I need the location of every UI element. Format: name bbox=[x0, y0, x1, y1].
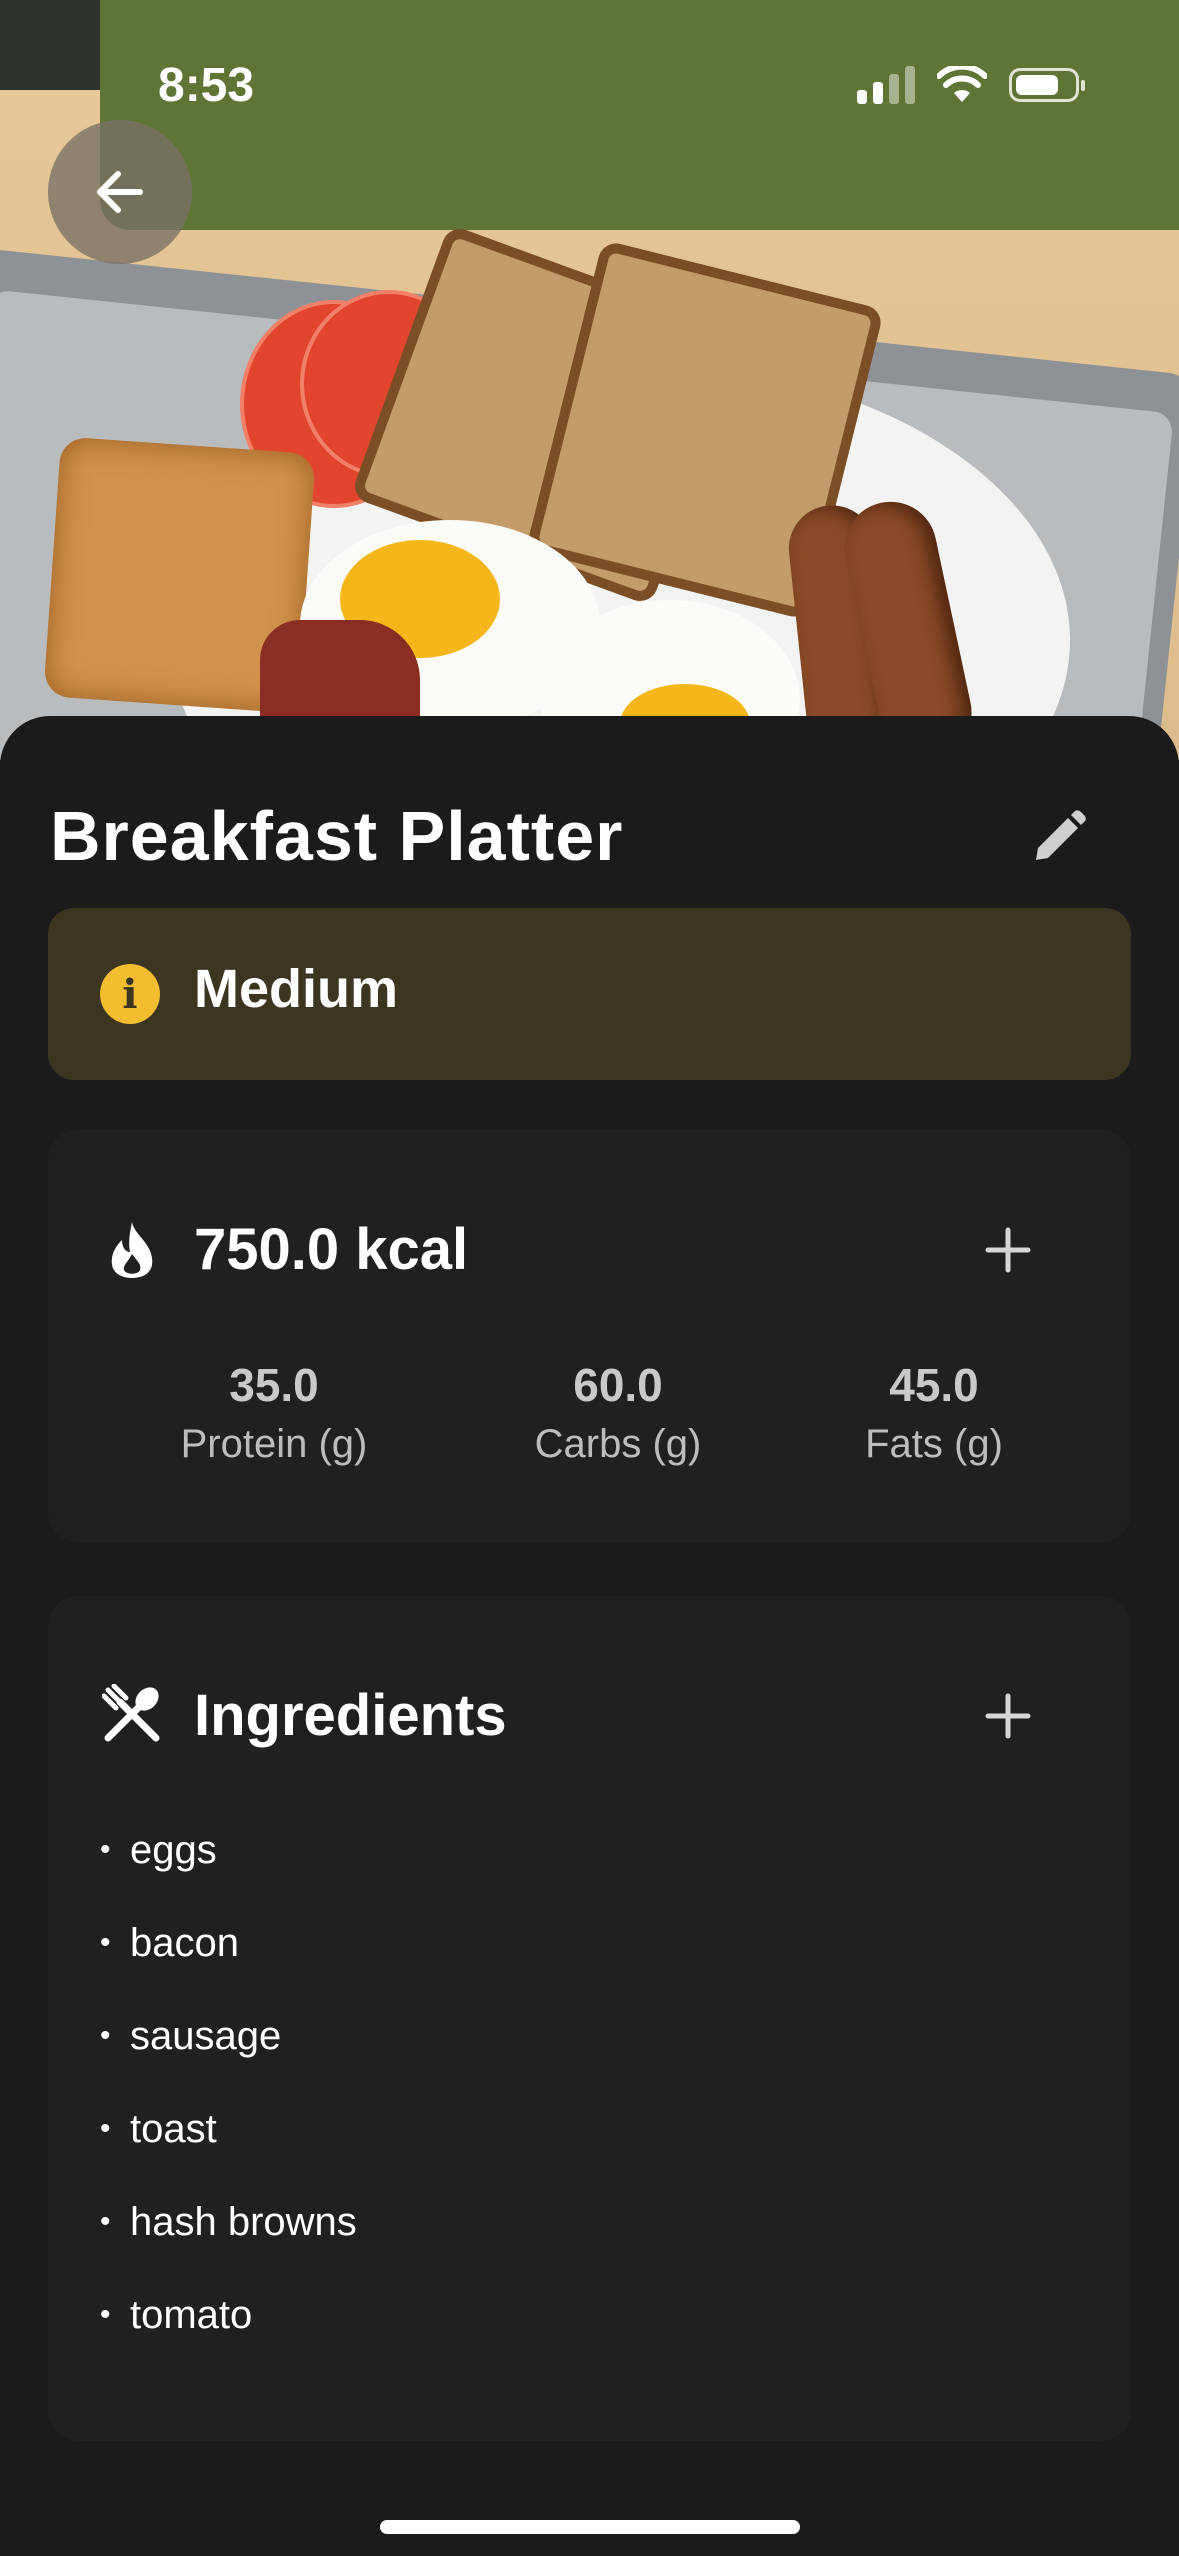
macro-fats: 45.0 Fats (g) bbox=[784, 1358, 1084, 1467]
add-ingredient-button[interactable] bbox=[968, 1676, 1048, 1756]
utensils-icon bbox=[100, 1682, 164, 1746]
wifi-icon bbox=[937, 66, 987, 102]
status-icons bbox=[857, 66, 1085, 104]
list-item: • tomato bbox=[100, 2291, 357, 2384]
meal-title: Breakfast Platter bbox=[50, 797, 624, 875]
list-item: • bacon bbox=[100, 1919, 357, 2012]
status-time: 8:53 bbox=[158, 59, 255, 112]
home-indicator[interactable] bbox=[380, 2520, 800, 2534]
calories-card: 750.0 kcal 35.0 Protein (g) 60.0 Carbs (… bbox=[48, 1130, 1131, 1542]
ingredient-name: tomato bbox=[130, 2293, 253, 2337]
ingredient-list: • eggs • bacon • sausage • toast • hash brown… bbox=[100, 1826, 357, 2384]
level-banner: i Medium bbox=[48, 908, 1131, 1080]
ingredient-name: sausage bbox=[130, 2014, 282, 2058]
level-label: Medium bbox=[194, 959, 399, 1019]
bullet-icon: • bbox=[100, 2298, 111, 2331]
photo-background-booth bbox=[100, 0, 1179, 230]
macro-carbs: 60.0 Carbs (g) bbox=[468, 1358, 768, 1467]
list-item: • toast bbox=[100, 2105, 357, 2198]
info-icon: i bbox=[100, 964, 160, 1024]
bullet-icon: • bbox=[100, 1926, 111, 1959]
ingredient-name: toast bbox=[130, 2107, 217, 2151]
ingredients-title: Ingredients bbox=[194, 1683, 507, 1748]
list-item: • sausage bbox=[100, 2012, 357, 2105]
macro-label: Carbs (g) bbox=[534, 1422, 702, 1466]
bullet-icon: • bbox=[100, 2112, 111, 2145]
bullet-icon: • bbox=[100, 1833, 111, 1866]
macro-value: 45.0 bbox=[889, 1359, 979, 1411]
list-item: • hash browns bbox=[100, 2198, 357, 2291]
macro-label: Fats (g) bbox=[865, 1422, 1003, 1466]
back-button[interactable] bbox=[48, 120, 192, 264]
plus-icon bbox=[985, 1227, 1031, 1273]
cellular-signal-icon bbox=[857, 66, 915, 104]
add-calories-button[interactable] bbox=[968, 1210, 1048, 1290]
pencil-icon bbox=[1036, 810, 1086, 860]
macro-value: 60.0 bbox=[573, 1359, 663, 1411]
meal-detail-sheet: Breakfast Platter i Medium 750.0 kcal 35… bbox=[0, 716, 1179, 2556]
edit-button[interactable] bbox=[1020, 800, 1096, 876]
arrow-left-icon bbox=[97, 171, 143, 213]
photo-background-dark bbox=[0, 0, 100, 90]
bullet-icon: • bbox=[100, 2205, 111, 2238]
meal-photo bbox=[0, 0, 1179, 760]
ingredient-name: bacon bbox=[130, 1921, 239, 1965]
bullet-icon: • bbox=[100, 2019, 111, 2052]
flame-icon bbox=[100, 1218, 164, 1282]
ingredient-name: eggs bbox=[130, 1828, 217, 1872]
macro-protein: 35.0 Protein (g) bbox=[124, 1358, 424, 1467]
plus-icon bbox=[985, 1693, 1031, 1739]
calories-value: 750.0 kcal bbox=[194, 1217, 469, 1282]
list-item: • eggs bbox=[100, 1826, 357, 1919]
ingredients-card: Ingredients • eggs • bacon • sausage • toast… bbox=[48, 1596, 1131, 2441]
macro-label: Protein (g) bbox=[180, 1422, 368, 1466]
macro-value: 35.0 bbox=[229, 1359, 319, 1411]
ingredient-name: hash browns bbox=[130, 2200, 357, 2244]
battery-icon bbox=[1009, 68, 1085, 102]
